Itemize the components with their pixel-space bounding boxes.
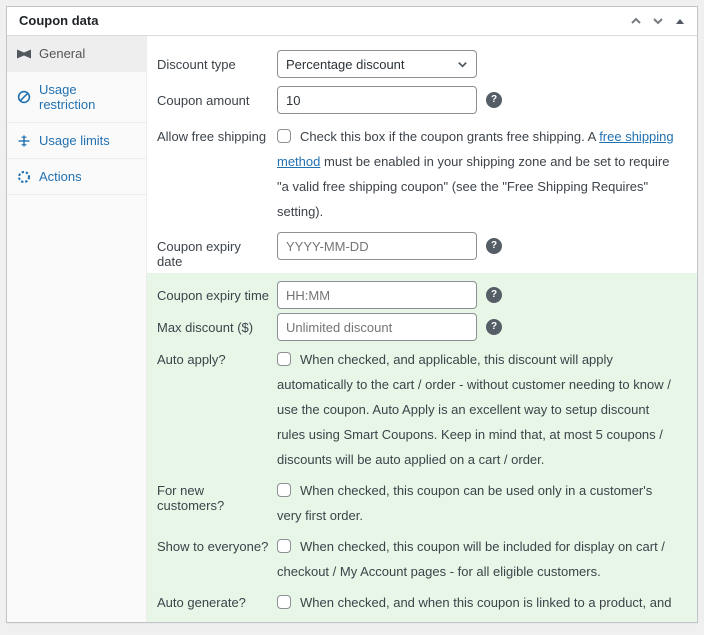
- auto-apply-label: Auto apply?: [157, 345, 269, 367]
- discount-type-label: Discount type: [157, 50, 269, 72]
- help-icon[interactable]: ?: [486, 238, 502, 254]
- show-everyone-row: Show to everyone? When checked, this cou…: [147, 530, 697, 586]
- auto-apply-description: When checked, and applicable, this disco…: [277, 352, 671, 467]
- help-icon[interactable]: ?: [486, 287, 502, 303]
- coupon-expiry-time-input[interactable]: [277, 281, 477, 309]
- expiry-time-label: Coupon expiry time: [157, 281, 269, 303]
- toggle-indicator-icon: [676, 19, 684, 24]
- max-discount-row: Max discount ($) ?: [147, 311, 697, 343]
- discount-type-select[interactable]: Percentage discount: [277, 50, 477, 78]
- auto-apply-checkbox[interactable]: [277, 352, 291, 366]
- max-discount-label: Max discount ($): [157, 313, 269, 335]
- help-icon[interactable]: ?: [486, 92, 502, 108]
- free-shipping-description-cont: must be enabled in your shipping zone an…: [277, 154, 669, 219]
- help-icon[interactable]: ?: [486, 319, 502, 335]
- show-everyone-checkbox[interactable]: [277, 539, 291, 553]
- free-shipping-checkbox[interactable]: [277, 129, 291, 143]
- general-section: Discount type Percentage discount Coupon…: [147, 36, 697, 273]
- coupon-data-tabs: General Usage restriction Usage limits: [7, 36, 147, 622]
- expiry-date-label: Coupon expiry date: [157, 232, 269, 269]
- discount-type-selected-value: Percentage discount: [286, 57, 405, 72]
- expiry-time-row: Coupon expiry time ?: [147, 279, 697, 311]
- new-customers-label: For new customers?: [157, 476, 269, 513]
- tab-usage-restriction[interactable]: Usage restriction: [7, 72, 146, 123]
- chevron-down-icon: [456, 58, 469, 71]
- show-everyone-description: When checked, this coupon will be includ…: [277, 539, 665, 579]
- discount-type-row: Discount type Percentage discount: [147, 46, 697, 82]
- coupon-amount-row: Coupon amount ?: [147, 82, 697, 118]
- coupon-amount-input[interactable]: [277, 86, 477, 114]
- chevron-down-icon: [651, 14, 665, 28]
- free-shipping-description: Check this box if the coupon grants free…: [300, 129, 599, 144]
- show-everyone-label: Show to everyone?: [157, 532, 269, 554]
- new-customers-checkbox[interactable]: [277, 483, 291, 497]
- metabox-title: Coupon data: [7, 7, 110, 35]
- tab-label: Usage limits: [39, 133, 110, 148]
- free-shipping-label: Allow free shipping: [157, 122, 269, 144]
- new-customers-description: When checked, this coupon can be used on…: [277, 483, 652, 523]
- auto-apply-row: Auto apply? When checked, and applicable…: [147, 343, 697, 474]
- collapse-toggle-button[interactable]: [669, 10, 691, 32]
- expiry-date-row: Coupon expiry date ?: [147, 228, 697, 273]
- coupon-data-metabox: Coupon data General: [6, 6, 698, 623]
- coupon-amount-label: Coupon amount: [157, 86, 269, 108]
- coupon-expiry-date-input[interactable]: [277, 232, 477, 260]
- dashed-circle-icon: [17, 170, 31, 184]
- smart-coupons-section: Coupon expiry time ? Max discount ($) ? …: [147, 273, 697, 622]
- tab-actions[interactable]: Actions: [7, 159, 146, 195]
- metabox-header: Coupon data: [7, 7, 697, 36]
- tab-general[interactable]: General: [7, 36, 146, 72]
- general-tab-panel: Discount type Percentage discount Coupon…: [147, 36, 697, 622]
- free-shipping-row: Allow free shipping Check this box if th…: [147, 118, 697, 228]
- chevron-up-icon: [629, 14, 643, 28]
- crosshair-icon: [17, 134, 31, 148]
- max-discount-input[interactable]: [277, 313, 477, 341]
- auto-generate-label: Auto generate?: [157, 588, 269, 610]
- auto-generate-row: Auto generate? When checked, and when th…: [147, 586, 697, 622]
- auto-generate-description: When checked, and when this coupon is li…: [277, 595, 671, 622]
- new-customers-row: For new customers? When checked, this co…: [147, 474, 697, 530]
- move-up-button[interactable]: [625, 10, 647, 32]
- coupon-data-body: General Usage restriction Usage limits: [7, 36, 697, 622]
- tab-label: General: [39, 46, 85, 61]
- metabox-handle-actions: [625, 10, 697, 32]
- auto-generate-checkbox[interactable]: [277, 595, 291, 609]
- tab-label: Usage restriction: [39, 82, 136, 112]
- tab-usage-limits[interactable]: Usage limits: [7, 123, 146, 159]
- tab-label: Actions: [39, 169, 82, 184]
- move-down-button[interactable]: [647, 10, 669, 32]
- ticket-icon: [17, 47, 31, 61]
- circle-slash-icon: [17, 90, 31, 104]
